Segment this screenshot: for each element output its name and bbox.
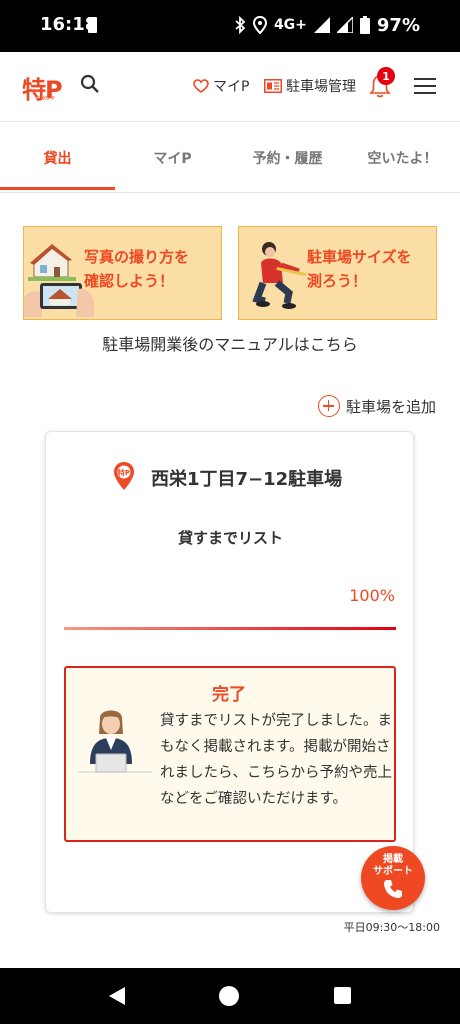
progress-bar-fill (64, 627, 396, 630)
battery-percent: 97% (376, 14, 420, 36)
photo-guide-text: 写真の撮り方を 確認しよう！ (84, 245, 189, 293)
photo-guide-line2: 確認しよう！ (84, 272, 175, 290)
parking-sign-icon (264, 79, 282, 93)
photo-guide-line1: 写真の撮り方を (84, 248, 190, 266)
support-hours: 平日09:30〜18:00 (343, 921, 440, 934)
heart-icon (193, 79, 209, 93)
active-tab-indicator (0, 187, 115, 190)
system-nav-bar (0, 968, 460, 1024)
recent-apps-icon[interactable] (334, 987, 351, 1004)
parking-mgmt-label: 駐車場管理 (286, 79, 356, 95)
hamburger-menu-icon[interactable] (414, 77, 436, 95)
parking-mgmt-link[interactable]: 駐車場管理 (264, 76, 356, 96)
support-staff-illustration (78, 710, 152, 773)
mypage-label: マイP (213, 79, 250, 95)
notification-badge: 1 (377, 67, 395, 85)
app-header: 特P TOKU-P マイP 駐車場管理 1 (0, 52, 460, 122)
tab-vacancy[interactable]: 空いたよ！ (345, 123, 460, 193)
support-label: 掲載 サポート (361, 854, 425, 878)
search-icon[interactable] (80, 74, 100, 94)
status-bar: 16:18 4G+ 97% (0, 0, 460, 52)
tab-mypage[interactable]: マイP (115, 123, 230, 193)
size-guide-line1: 駐車場サイズを (307, 248, 412, 266)
location-icon (252, 16, 267, 34)
add-parking-label: 駐車場を追加 (345, 397, 436, 416)
progress-bar (64, 627, 396, 630)
home-icon[interactable] (219, 986, 239, 1006)
battery-icon (359, 16, 370, 34)
status-icons: 4G+ 97% (234, 13, 420, 37)
completion-box: 完了 貸すまでリストが完了しました。まもなく掲載されます。掲載が開始されましたら… (64, 666, 396, 842)
completion-title: 完了 (212, 685, 246, 705)
measuring-person-illustration (252, 242, 307, 309)
listing-support-button[interactable]: 掲載 サポート (361, 846, 425, 910)
parking-card: 特P 西栄1丁目7−12駐車場 貸すまでリスト 100% 完了 貸すまでリストが… (45, 431, 414, 913)
network-type: 4G+ (273, 17, 307, 33)
sim-icon (88, 17, 97, 33)
support-label-line2: サポート (373, 866, 413, 877)
support-label-line1: 掲載 (383, 854, 403, 865)
completion-message: 貸すまでリストが完了しました。まもなく掲載されます。掲載が開始されましたら、こち… (160, 713, 392, 807)
tab-lend[interactable]: 貸出 (0, 123, 115, 193)
parking-name: 西栄1丁目7−12駐車場 (151, 469, 343, 490)
tab-reservations[interactable]: 予約・履歴 (230, 123, 345, 193)
size-guide-line2: 測ろう！ (307, 272, 368, 290)
progress-percent: 100% (349, 586, 395, 605)
back-icon[interactable] (108, 986, 126, 1006)
signal-icon (313, 17, 330, 33)
bluetooth-icon (235, 16, 246, 34)
plus-circle-icon (317, 395, 340, 417)
tab-bar: 貸出 マイP 予約・履歴 空いたよ！ (0, 123, 460, 193)
svg-text:特P: 特P (118, 468, 130, 477)
logo-sub: TOKU-P (36, 96, 55, 102)
phone-icon (384, 880, 402, 898)
checklist-title: 貸すまでリスト (177, 529, 283, 547)
mypage-link[interactable]: マイP (193, 76, 249, 96)
add-parking-button[interactable]: 駐車場を追加 (317, 395, 436, 417)
manual-link[interactable]: 駐車場開業後のマニュアルはこちら (0, 331, 460, 355)
size-guide-text: 駐車場サイズを 測ろう！ (307, 245, 412, 293)
parking-pin-icon: 特P (114, 462, 134, 490)
signal-2-icon (336, 17, 353, 33)
photo-guide-banner[interactable]: 写真の撮り方を 確認しよう！ (23, 226, 222, 320)
size-guide-banner[interactable]: 駐車場サイズを 測ろう！ (238, 226, 437, 320)
